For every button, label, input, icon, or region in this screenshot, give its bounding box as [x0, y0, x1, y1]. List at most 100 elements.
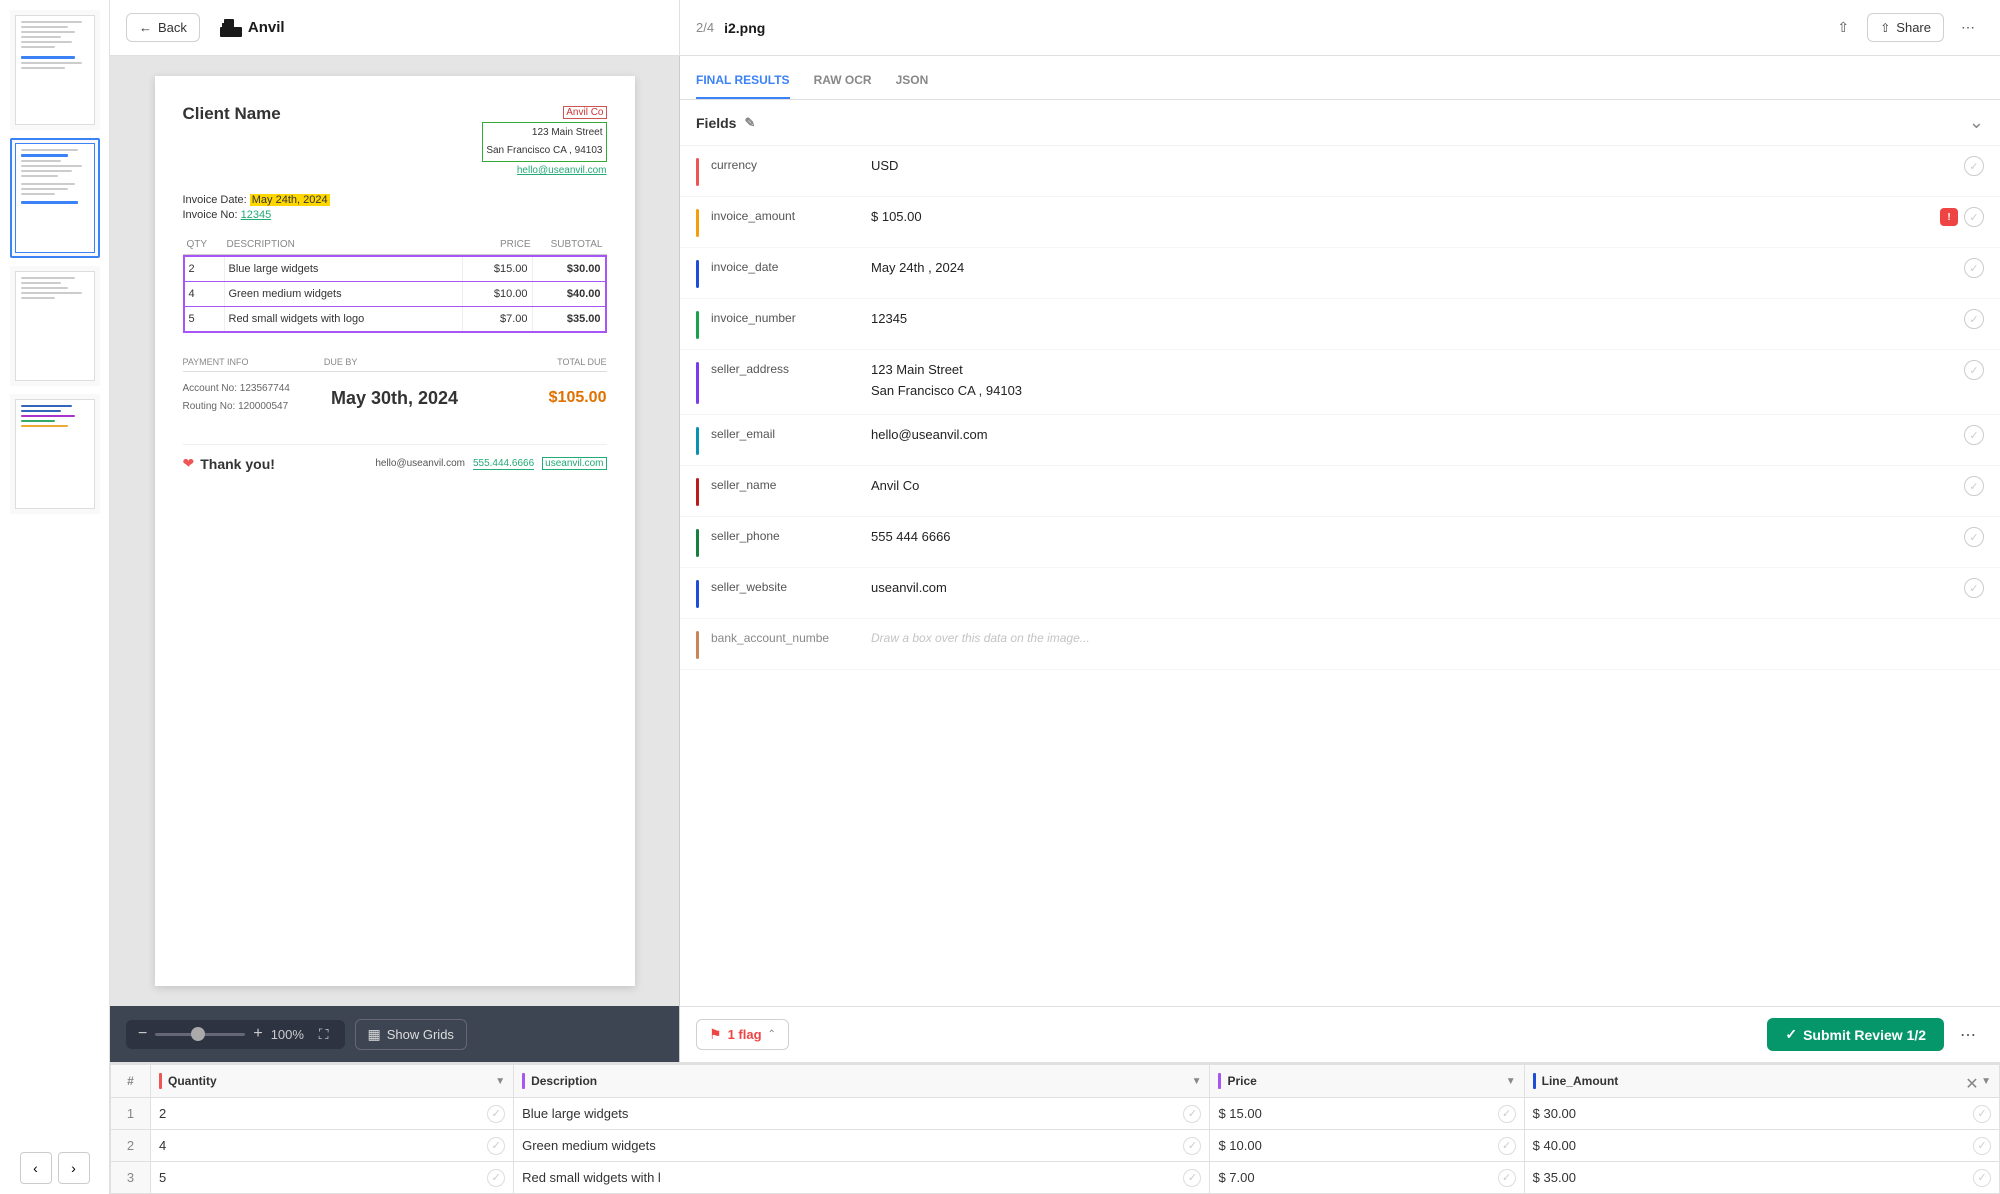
payment-info-label: PAYMENT INFO	[183, 357, 324, 367]
collapse-fields-icon[interactable]: ⌄	[1969, 112, 1984, 133]
row2-desc-check[interactable]: ✓	[1183, 1137, 1201, 1155]
zoom-out-button[interactable]: −	[138, 1026, 147, 1042]
back-button[interactable]: ← Back	[126, 13, 200, 42]
back-arrow-icon: ←	[139, 20, 152, 35]
row2-amount-check[interactable]: ✓	[1973, 1137, 1991, 1155]
footer-phone: 555.444.6666	[473, 458, 534, 470]
submit-more-button[interactable]: ⋯	[1952, 1019, 1984, 1051]
field-row-invoice-number: invoice_number 12345 ✓	[680, 299, 2000, 350]
table-row: 1 2 ✓ Blue large widgets ✓	[111, 1098, 2000, 1130]
col-desc-header: DESCRIPTION	[223, 239, 465, 250]
field-check-seller-phone[interactable]: ✓	[1964, 527, 1984, 547]
quantity-dropdown-icon[interactable]: ▼	[495, 1076, 505, 1087]
field-check-invoice-number[interactable]: ✓	[1964, 309, 1984, 329]
tab-final-results[interactable]: FINAL RESULTS	[696, 73, 790, 99]
page-info: 2/4	[696, 20, 714, 35]
routing-no-label: Routing No:	[183, 401, 236, 412]
seller-name-tag: Anvil Co	[563, 106, 606, 119]
field-value-currency: USD	[871, 156, 1964, 176]
thumb-3[interactable]	[10, 266, 100, 386]
zoom-in-button[interactable]: +	[253, 1026, 262, 1042]
document-viewer: Client Name Anvil Co 123 Main StreetSan …	[110, 56, 679, 1006]
anvil-icon	[220, 19, 242, 37]
col-price-header[interactable]: Price ▼	[1210, 1065, 1524, 1098]
footer-url: useanvil.com	[542, 457, 606, 470]
field-check-invoice-date[interactable]: ✓	[1964, 258, 1984, 278]
col-quantity-header[interactable]: Quantity ▼	[151, 1065, 514, 1098]
total-due-label: TOTAL DUE	[465, 357, 606, 367]
table-row: 2 4 ✓ Green medium widgets ✓	[111, 1130, 2000, 1162]
file-name: i2.png	[724, 20, 765, 36]
prev-page-button[interactable]: ‹	[20, 1152, 52, 1184]
row3-price-check[interactable]: ✓	[1498, 1169, 1516, 1187]
field-check-seller-name[interactable]: ✓	[1964, 476, 1984, 496]
col-description-header[interactable]: Description ▼	[514, 1065, 1210, 1098]
inv-no-value: 12345	[241, 209, 272, 221]
table-row: 3 5 ✓ Red small widgets with l ✓	[111, 1162, 2000, 1194]
thank-you-text: Thank you!	[200, 456, 275, 472]
price-dropdown-icon[interactable]: ▼	[1506, 1076, 1516, 1087]
thumb-2[interactable]	[10, 138, 100, 258]
row1-amount-check[interactable]: ✓	[1973, 1105, 1991, 1123]
checkmark-icon: ✓	[1785, 1026, 1797, 1043]
field-row-seller-name: seller_name Anvil Co ✓	[680, 466, 2000, 517]
tab-raw-ocr[interactable]: RAW OCR	[814, 73, 872, 99]
row3-amount-check[interactable]: ✓	[1973, 1169, 1991, 1187]
field-row-invoice-date: invoice_date May 24th , 2024 ✓	[680, 248, 2000, 299]
row1-qty-check[interactable]: ✓	[487, 1105, 505, 1123]
table-row: 5 Red small widgets with logo $7.00 $35.…	[185, 307, 605, 331]
client-name: Client Name	[183, 104, 281, 124]
row3-desc-check[interactable]: ✓	[1183, 1169, 1201, 1187]
seller-addr-tag: 123 Main StreetSan Francisco CA , 94103	[482, 122, 606, 162]
flag-count-text: 1 flag	[728, 1027, 762, 1042]
inv-date-label: Invoice Date:	[183, 194, 247, 206]
row3-qty-check[interactable]: ✓	[487, 1169, 505, 1187]
show-grids-button[interactable]: ▦ Show Grids	[355, 1019, 467, 1050]
field-check-seller-address[interactable]: ✓	[1964, 360, 1984, 380]
field-row-invoice-amount: invoice_amount $ 105.00 ! ✓	[680, 197, 2000, 248]
field-check-seller-website[interactable]: ✓	[1964, 578, 1984, 598]
zoom-toolbar: − + 100% ⛶ ▦ Show Grids	[110, 1006, 679, 1062]
thumb-4[interactable]	[10, 394, 100, 514]
field-row-seller-email: seller_email hello@useanvil.com ✓	[680, 415, 2000, 466]
thumb-1[interactable]	[10, 10, 100, 130]
next-page-button[interactable]: ›	[58, 1152, 90, 1184]
back-label: Back	[158, 20, 187, 35]
invoice-page: Client Name Anvil Co 123 Main StreetSan …	[155, 76, 635, 986]
description-dropdown-icon[interactable]: ▼	[1192, 1076, 1202, 1087]
line-items-table-panel: ✕ # Quantity ▼	[110, 1062, 2000, 1194]
upload-icon-button[interactable]: ⇧	[1827, 12, 1859, 44]
share-button[interactable]: ⇧ Share	[1867, 13, 1944, 42]
row2-qty-check[interactable]: ✓	[487, 1137, 505, 1155]
due-by-label: DUE BY	[324, 357, 465, 367]
action-bar: ⚑ 1 flag ⌃ ✓ Submit Review 1/2 ⋯	[680, 1006, 2000, 1062]
grid-icon: ▦	[368, 1026, 381, 1043]
col-hash-header: #	[111, 1065, 151, 1098]
tab-json[interactable]: JSON	[896, 73, 929, 99]
zoom-slider[interactable]	[155, 1033, 245, 1036]
close-table-button[interactable]: ✕	[1960, 1072, 1984, 1096]
chevron-up-icon: ⌃	[768, 1029, 776, 1040]
submit-review-button[interactable]: ✓ Submit Review 1/2	[1767, 1018, 1944, 1051]
invoice-table: 2 Blue large widgets $15.00 $30.00 4 Gre…	[183, 255, 607, 333]
heart-icon: ❤	[183, 455, 195, 472]
edit-fields-icon[interactable]: ✎	[744, 115, 755, 131]
fullscreen-button[interactable]: ⛶	[315, 1026, 333, 1043]
field-row-currency: currency USD ✓	[680, 146, 2000, 197]
upload-icon: ⇧	[1837, 19, 1849, 36]
flag-count-button[interactable]: ⚑ 1 flag ⌃	[696, 1019, 789, 1050]
routing-no-value: 120000547	[238, 401, 288, 412]
more-options-button[interactable]: ⋯	[1952, 12, 1984, 44]
share-label: Share	[1896, 20, 1931, 35]
field-check-seller-email[interactable]: ✓	[1964, 425, 1984, 445]
field-check-invoice-amount[interactable]: ✓	[1964, 207, 1984, 227]
row1-desc-check[interactable]: ✓	[1183, 1105, 1201, 1123]
col-line-amount-header[interactable]: Line_Amount ▼	[1524, 1065, 1999, 1098]
fields-title: Fields	[696, 115, 736, 131]
field-check-currency[interactable]: ✓	[1964, 156, 1984, 176]
col-price-header: PRICE	[465, 239, 535, 250]
row1-price-check[interactable]: ✓	[1498, 1105, 1516, 1123]
account-no-value: 123567744	[240, 383, 290, 394]
row2-price-check[interactable]: ✓	[1498, 1137, 1516, 1155]
field-row-seller-address: seller_address 123 Main StreetSan Franci…	[680, 350, 2000, 415]
